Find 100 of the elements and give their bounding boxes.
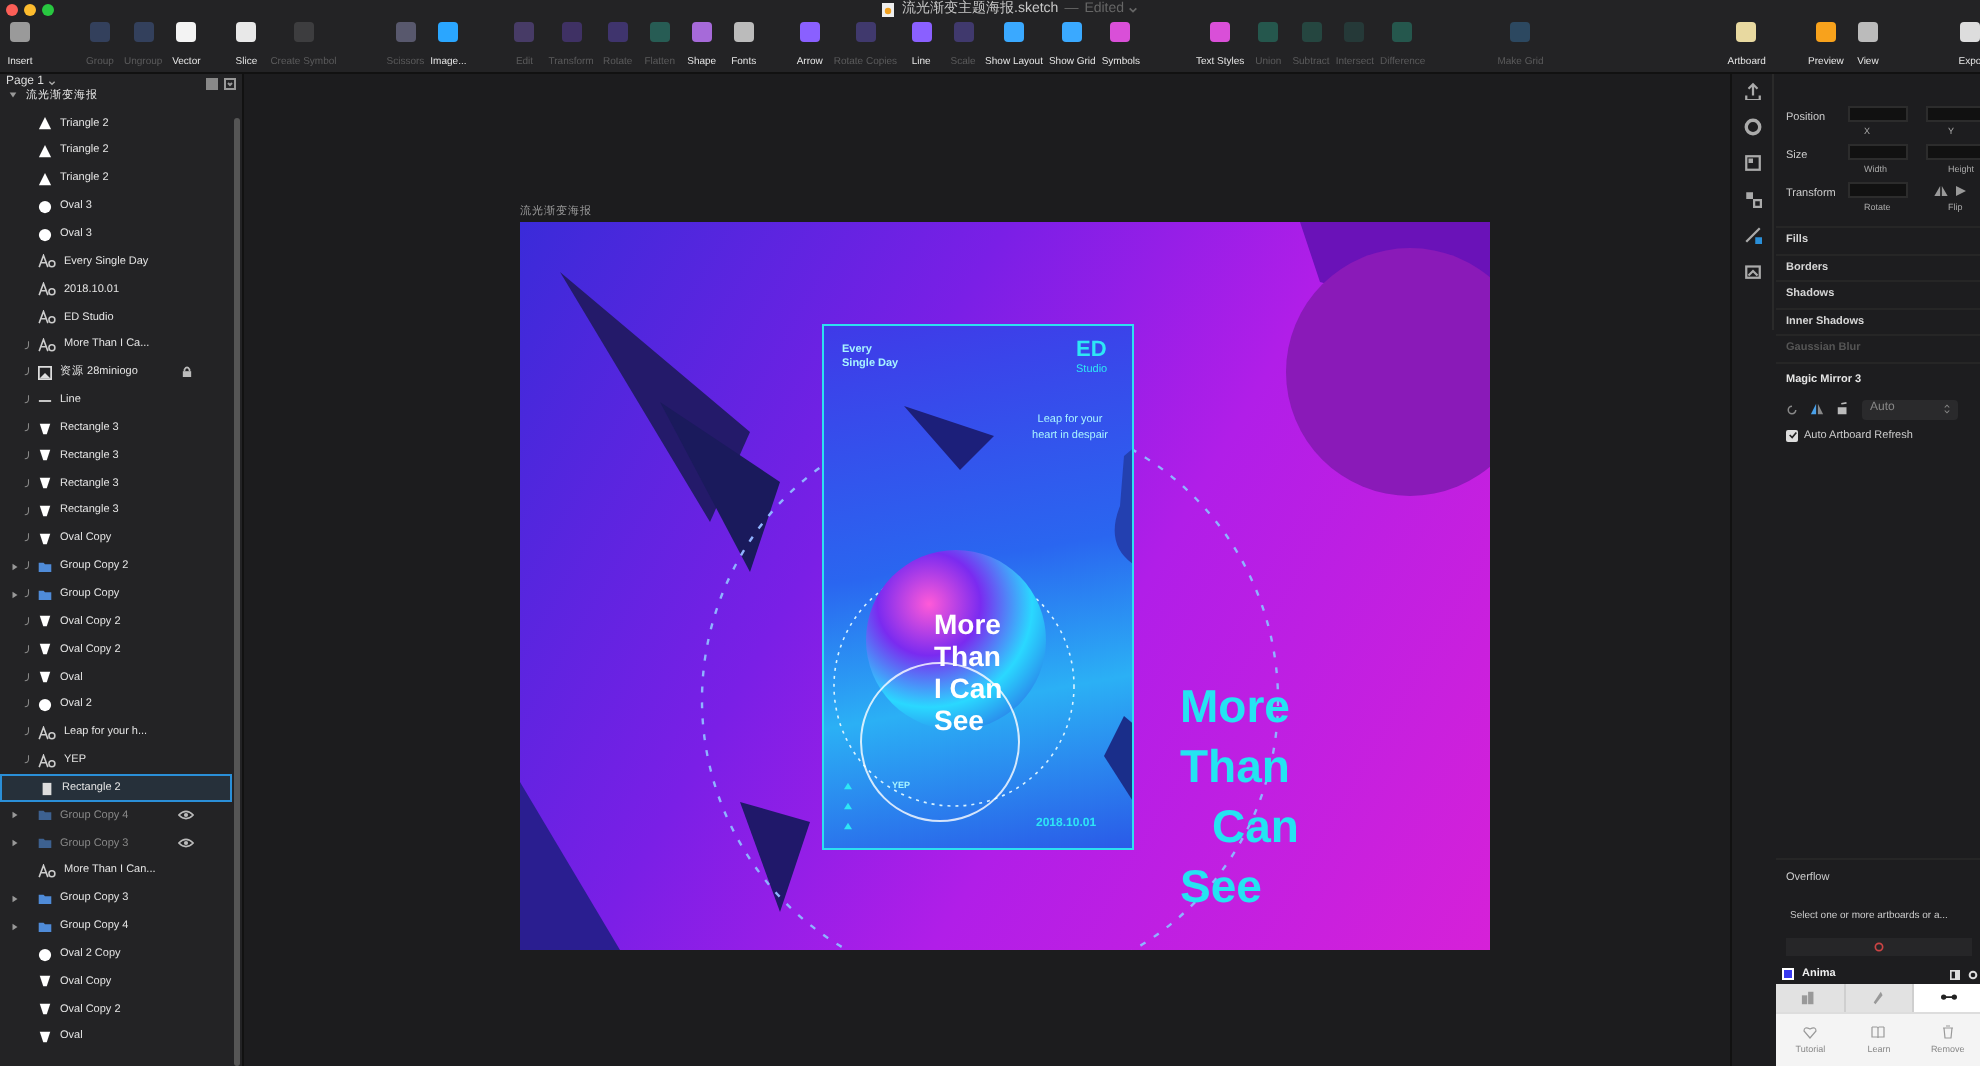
chart-icon [1800,990,1819,1006]
document-icon [880,2,896,19]
mask-clip-icon [24,671,30,682]
input-field[interactable] [1926,106,1980,122]
toolbar-icon [1060,20,1085,44]
poster-title-line: See [934,704,986,736]
toolbar-icon [1108,20,1133,44]
input-field[interactable] [1848,182,1908,198]
text-layer-icon [38,753,56,768]
expanded-triangle-icon[interactable] [7,90,17,101]
input-field[interactable] [1926,144,1980,160]
toolbar-icon [1855,20,1880,44]
anima-logo-icon [1782,968,1794,980]
book-icon [1870,1023,1887,1040]
headline-line: Than [1180,738,1290,796]
heart-icon [1802,1023,1819,1040]
toolbar-icon [1508,20,1533,44]
eye-icon[interactable] [178,837,194,848]
toolbar-icon [797,20,822,44]
grid-icon[interactable] [1743,190,1761,208]
collapsed-triangle-icon[interactable] [9,838,19,849]
triangle-icon [844,802,852,810]
flip-horizontal-icon[interactable] [1934,185,1948,195]
trash-icon [1939,1023,1956,1040]
collapsed-triangle-icon[interactable] [9,589,19,600]
connector-icon [1939,990,1958,1006]
text-layer-icon [38,310,56,325]
toolbar-icon [1957,20,1980,44]
square-icon[interactable] [206,77,218,89]
toolbar-icon [88,20,112,44]
toolbar-icon [559,20,584,44]
status-icon [1874,941,1884,952]
toolbar-icon [853,20,878,44]
toolbar-icon [951,20,976,44]
mask-clip-icon [24,505,30,516]
toolbar-icon [512,20,537,44]
rectangle-icon [40,781,54,796]
dark-triangle [904,406,994,470]
circle-icon [38,227,52,242]
minimize-button[interactable] [24,4,36,16]
toolbar-icon [731,20,756,44]
mask-clip-icon [24,560,30,571]
export-icon[interactable] [1836,402,1850,417]
anima-tab[interactable] [1914,984,1980,1012]
mask-clip-icon [24,588,30,599]
headline-line: Can [1212,798,1299,856]
image-icon [38,365,52,380]
collapsed-triangle-icon[interactable] [9,810,19,821]
collapsed-triangle-icon[interactable] [9,561,19,572]
gear-icon[interactable] [1743,118,1761,136]
collapsed-triangle-icon[interactable] [9,893,19,904]
headline-line: See [1180,858,1262,916]
chevron-down-icon [48,80,57,86]
text-layer-icon [38,282,56,297]
poster-title-line: More [934,608,1003,640]
mask-clip-icon [24,449,30,460]
auto-refresh-checkbox[interactable] [1786,429,1798,442]
mask-clip-icon [24,615,30,626]
toolbar-icon [131,20,156,44]
checkmark-icon [1787,430,1797,441]
mask-clip-icon [24,754,30,765]
mask-clip-icon [24,643,30,654]
collapse-icon[interactable] [224,77,236,89]
toolbar-icon [1813,20,1838,44]
text-layer-icon [38,338,56,353]
eye-icon[interactable] [178,809,194,820]
panel-icon[interactable] [1950,969,1960,979]
headline-line: More [1180,678,1290,736]
scrollbar[interactable] [234,118,240,1066]
mask-clip-icon [24,394,30,405]
flip-vertical-icon[interactable] [1956,185,1966,195]
zoom-button[interactable] [42,4,54,16]
toolbar-icon [1002,20,1026,44]
circle-icon [38,199,52,214]
mask-clip-icon [24,477,30,488]
toolbar-icon [647,20,672,44]
toolbar-icon [689,20,714,44]
layout-icon[interactable] [1743,154,1761,172]
input-field[interactable] [1848,144,1908,160]
toolbar-icon [8,20,32,44]
image-icon[interactable] [1743,262,1761,280]
close-button[interactable] [6,4,18,16]
dark-triangle [740,802,810,912]
toolbar-icon [1299,20,1323,44]
stepper-icon [1944,404,1950,415]
toolbar-icon [234,20,259,44]
toolbar-icon [1208,20,1233,44]
toolbar-icon [1734,20,1759,44]
mask-clip-icon [24,532,30,543]
text-layer-icon [38,254,56,269]
edge-shape [1114,446,1132,566]
edit-icon[interactable] [1743,226,1761,244]
lock-icon[interactable] [182,366,192,379]
collapsed-triangle-icon[interactable] [9,921,19,932]
mirror-icon[interactable] [1810,402,1824,417]
input-field[interactable] [1848,106,1908,122]
mask-clip-icon [24,366,30,377]
export-icon[interactable] [1743,82,1761,100]
toolbar-icon [1256,20,1281,44]
refresh-icon[interactable] [1786,403,1798,416]
